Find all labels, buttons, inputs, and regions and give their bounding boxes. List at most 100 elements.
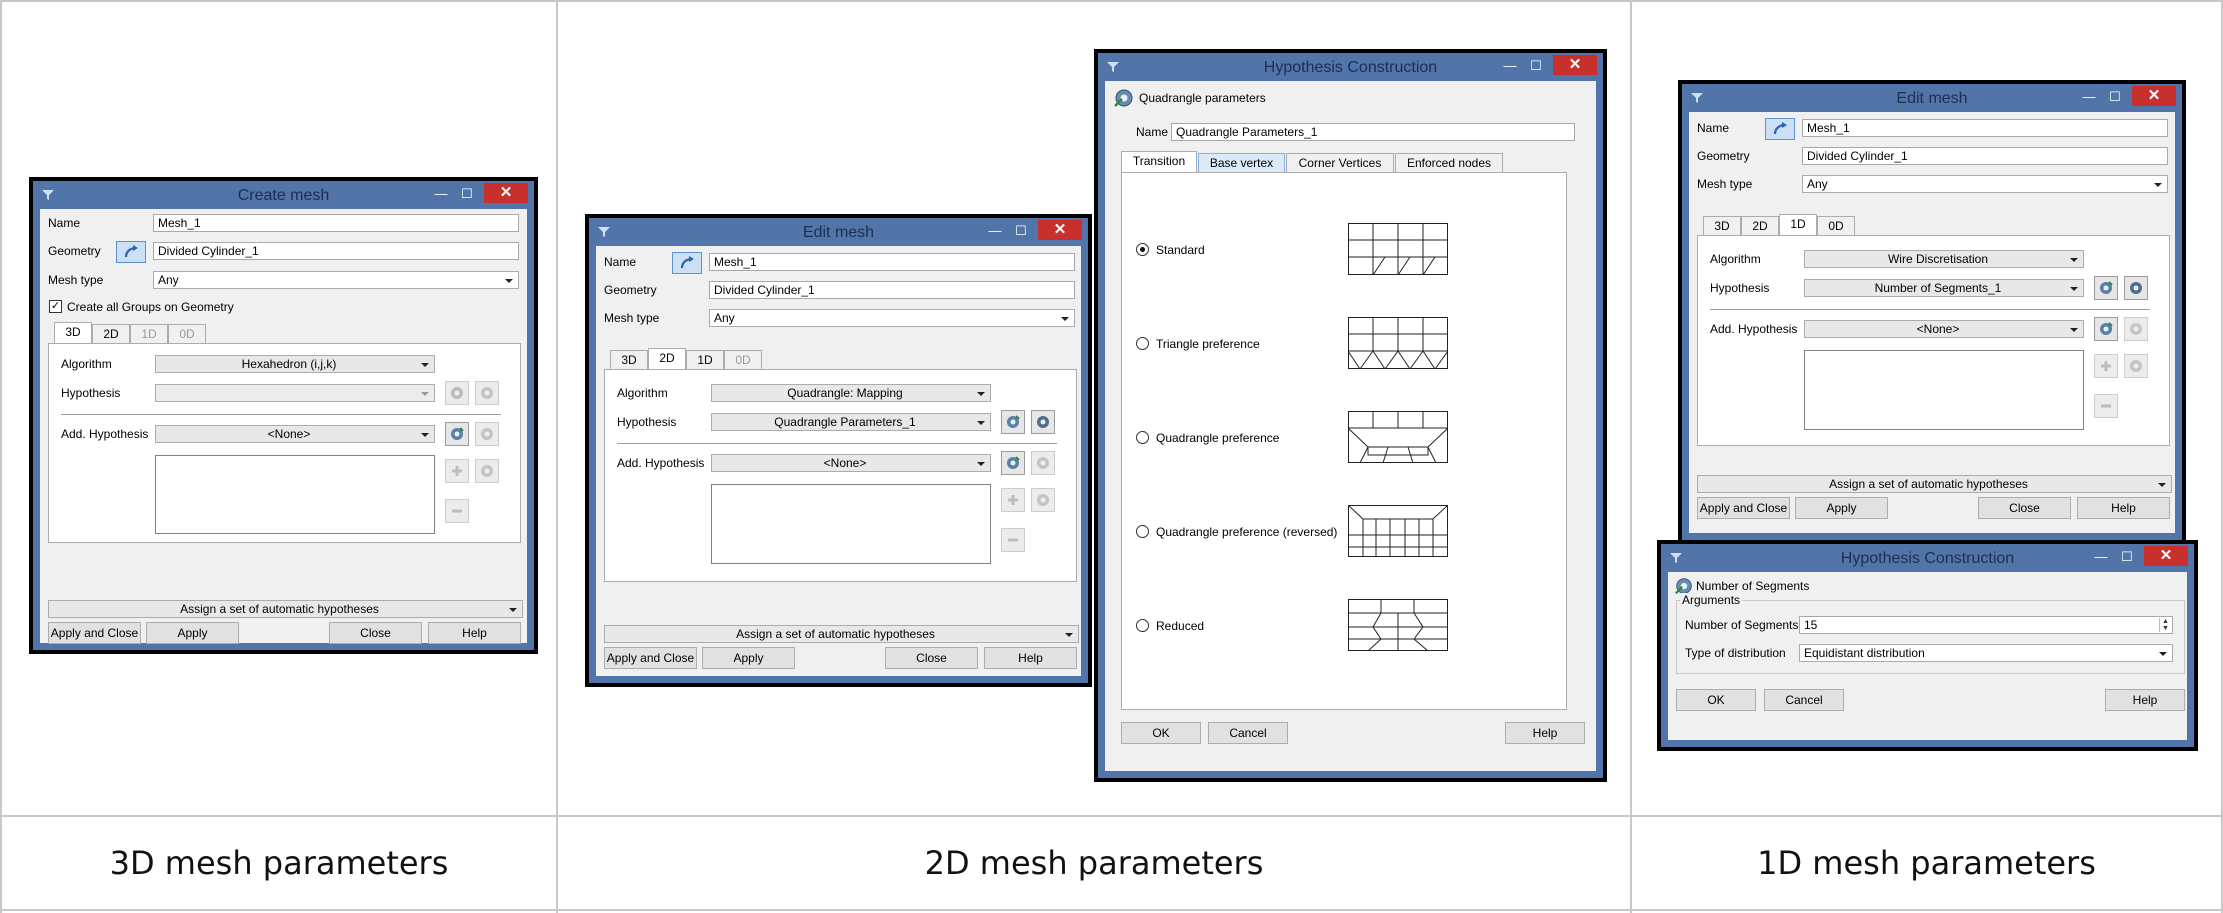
assign-hypotheses-combo[interactable]: Assign a set of automatic hypotheses [48,600,523,618]
create-hypothesis-button[interactable] [1001,410,1025,434]
add-hypothesis-combo[interactable]: <None> [711,454,991,472]
remove-button[interactable] [445,499,469,523]
segments-spinbox[interactable]: 15 ▲ ▼ [1799,616,2173,634]
cancel-button[interactable]: Cancel [1764,689,1844,711]
name-field[interactable]: Mesh_1 [1802,119,2168,137]
title-bar[interactable]: Create mesh — ☐ ✕ [33,181,534,209]
tab-2d[interactable]: 2D [648,348,686,370]
mesh-type-combo[interactable]: Any [709,309,1075,327]
edit-hypothesis-button[interactable] [2124,276,2148,300]
select-object-button[interactable] [1765,118,1795,140]
minimize-button[interactable]: — [2076,88,2102,106]
create-add-hypothesis-button[interactable] [445,422,469,446]
tab-corner-vertices[interactable]: Corner Vertices [1286,153,1394,173]
algorithm-combo[interactable]: Wire Discretisation [1804,250,2084,268]
title-bar[interactable]: Edit mesh — ☐ ✕ [589,218,1088,246]
apply-button[interactable]: Apply [1795,497,1888,519]
close-window-button[interactable]: ✕ [1553,55,1597,75]
tab-base-vertex[interactable]: Base vertex [1198,153,1285,173]
edit-hypothesis-button[interactable] [1031,410,1055,434]
tab-1d[interactable]: 1D [1779,214,1817,236]
groups-checkbox[interactable]: ✓ [49,300,62,313]
name-field[interactable]: Quadrangle Parameters_1 [1171,123,1575,141]
ok-button[interactable]: OK [1121,722,1201,744]
tab-2d[interactable]: 2D [92,324,130,344]
create-add-hypothesis-button[interactable] [1001,451,1025,475]
close-window-button[interactable]: ✕ [1038,220,1082,240]
add-button-2[interactable] [2124,354,2148,378]
tab-1d[interactable]: 1D [686,350,724,370]
hypothesis-combo[interactable]: Number of Segments_1 [1804,279,2084,297]
tab-enforced-nodes[interactable]: Enforced nodes [1395,153,1503,173]
maximize-button[interactable]: ☐ [454,185,480,203]
spin-arrows-icon[interactable]: ▲ ▼ [2159,618,2171,632]
hypothesis-combo[interactable] [155,384,435,402]
distribution-combo[interactable]: Equidistant distribution [1799,644,2173,662]
maximize-button[interactable]: ☐ [1008,222,1034,240]
title-bar[interactable]: Hypothesis Construction — ☐ ✕ [1661,544,2194,572]
help-button[interactable]: Help [428,622,521,644]
close-button[interactable]: Close [329,622,422,644]
add-hypothesis-list[interactable] [155,455,435,534]
select-object-button[interactable] [672,252,702,274]
apply-button[interactable]: Apply [146,622,239,644]
minimize-button[interactable]: — [2088,548,2114,566]
tab-2d[interactable]: 2D [1741,216,1779,236]
add-hypothesis-combo[interactable]: <None> [1804,320,2084,338]
add-button-2[interactable] [1031,488,1055,512]
apply-and-close-button[interactable]: Apply and Close [604,647,697,669]
edit-add-hypothesis-button[interactable] [475,422,499,446]
remove-button[interactable] [1001,528,1025,552]
name-field[interactable]: Mesh_1 [153,214,519,232]
radio-reduced[interactable] [1136,619,1149,632]
tab-transition[interactable]: Transition [1121,151,1197,173]
edit-add-hypothesis-button[interactable] [1031,451,1055,475]
tab-3d[interactable]: 3D [610,350,648,370]
close-button[interactable]: Close [885,647,978,669]
radio-quadrangle-preference[interactable] [1136,431,1149,444]
geometry-field[interactable]: Divided Cylinder_1 [1802,147,2168,165]
title-bar[interactable]: Edit mesh — ☐ ✕ [1682,84,2182,112]
close-window-button[interactable]: ✕ [2132,86,2176,106]
select-geometry-button[interactable] [116,241,146,263]
radio-quadrangle-preference-reversed[interactable] [1136,525,1149,538]
geometry-field[interactable]: Divided Cylinder_1 [153,242,519,260]
mesh-type-combo[interactable]: Any [153,271,519,289]
add-button[interactable] [445,459,469,483]
apply-button[interactable]: Apply [702,647,795,669]
close-window-button[interactable]: ✕ [2144,546,2188,566]
algorithm-combo[interactable]: Hexahedron (i,j,k) [155,355,435,373]
add-hypothesis-list[interactable] [711,484,991,564]
add-button[interactable] [2094,354,2118,378]
minimize-button[interactable]: — [1497,57,1523,75]
title-bar[interactable]: Hypothesis Construction — ☐ ✕ [1098,53,1603,81]
help-button[interactable]: Help [1505,722,1585,744]
cancel-button[interactable]: Cancel [1208,722,1288,744]
apply-and-close-button[interactable]: Apply and Close [48,622,141,644]
tab-3d[interactable]: 3D [1703,216,1741,236]
tab-1d[interactable]: 1D [130,324,168,344]
create-hypothesis-button[interactable] [2094,276,2118,300]
help-button[interactable]: Help [984,647,1077,669]
assign-hypotheses-combo[interactable]: Assign a set of automatic hypotheses [1697,475,2172,493]
close-window-button[interactable]: ✕ [484,183,528,203]
apply-and-close-button[interactable]: Apply and Close [1697,497,1790,519]
assign-hypotheses-combo[interactable]: Assign a set of automatic hypotheses [604,625,1079,643]
maximize-button[interactable]: ☐ [2102,88,2128,106]
minimize-button[interactable]: — [982,222,1008,240]
add-button[interactable] [1001,488,1025,512]
tab-0d[interactable]: 0D [724,350,762,370]
edit-add-hypothesis-button[interactable] [2124,317,2148,341]
radio-triangle-preference[interactable] [1136,337,1149,350]
algorithm-combo[interactable]: Quadrangle: Mapping [711,384,991,402]
radio-standard[interactable] [1136,243,1149,256]
tab-3d[interactable]: 3D [54,322,92,344]
tab-0d[interactable]: 0D [1817,216,1855,236]
help-button[interactable]: Help [2077,497,2170,519]
maximize-button[interactable]: ☐ [1523,57,1549,75]
add-hypothesis-list[interactable] [1804,350,2084,430]
ok-button[interactable]: OK [1676,689,1756,711]
help-button[interactable]: Help [2105,689,2185,711]
tab-0d[interactable]: 0D [168,324,206,344]
add-button-2[interactable] [475,459,499,483]
